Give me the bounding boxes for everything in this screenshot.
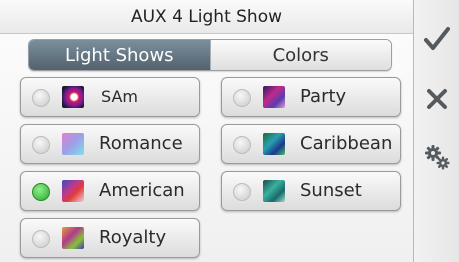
show-thumbnail-icon <box>263 133 285 155</box>
show-thumbnail-icon <box>62 227 84 249</box>
show-button-caribbean[interactable]: Caribbean <box>221 124 401 164</box>
check-icon[interactable] <box>422 24 452 54</box>
show-button-royalty[interactable]: Royalty <box>20 218 200 258</box>
show-thumbnail-icon <box>62 180 84 202</box>
radio-icon <box>32 136 50 154</box>
show-thumbnail-icon <box>263 180 285 202</box>
radio-icon <box>32 89 50 107</box>
show-thumbnail-icon <box>62 86 84 108</box>
tab-light-shows[interactable]: Light Shows <box>29 40 210 70</box>
radio-icon <box>233 183 251 201</box>
show-thumbnail-icon <box>263 86 285 108</box>
settings-icon[interactable] <box>422 141 452 171</box>
show-label: American <box>99 180 185 201</box>
tab-bar: Light Shows Colors <box>28 39 392 71</box>
title-bar: AUX 4 Light Show <box>0 0 413 34</box>
close-icon[interactable] <box>422 84 452 114</box>
show-label: SAm <box>101 87 138 106</box>
show-button-sunset[interactable]: Sunset <box>221 171 401 211</box>
action-sidebar <box>414 0 459 262</box>
radio-icon <box>233 89 251 107</box>
show-label: Sunset <box>300 180 362 201</box>
page-title: AUX 4 Light Show <box>130 7 283 27</box>
show-label: Caribbean <box>300 133 393 154</box>
tab-colors[interactable]: Colors <box>209 40 391 70</box>
show-button-american[interactable]: American <box>20 171 200 211</box>
show-button-sam[interactable]: SAm <box>20 77 200 117</box>
show-label: Party <box>300 86 347 107</box>
show-label: Royalty <box>99 227 167 248</box>
radio-selected-icon <box>32 183 50 201</box>
show-button-romance[interactable]: Romance <box>20 124 200 164</box>
radio-icon <box>233 136 251 154</box>
show-button-party[interactable]: Party <box>221 77 401 117</box>
show-thumbnail-icon <box>62 133 84 155</box>
radio-icon <box>32 230 50 248</box>
light-show-panel: AUX 4 Light Show Light Shows Colors SAm … <box>0 0 414 262</box>
show-label: Romance <box>99 133 183 154</box>
